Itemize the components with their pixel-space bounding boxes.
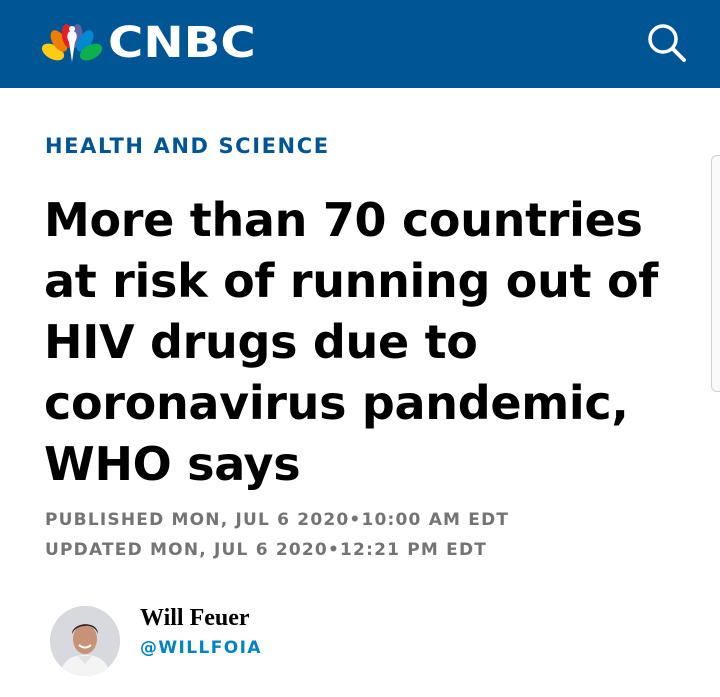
author-twitter-handle[interactable]: @WILLFOIA [140, 638, 262, 658]
article-section-label[interactable]: HEALTH AND SCIENCE [45, 134, 330, 158]
updated-timestamp: UPDATED MON, JUL 6 2020•12:21 PM EDT [45, 540, 488, 560]
top-navigation-bar: CNBC [0, 0, 720, 88]
cnbc-logo[interactable]: CNBC [40, 20, 256, 66]
nbc-peacock-icon [41, 24, 103, 62]
logo-wordmark: CNBC [108, 17, 256, 68]
author-name[interactable]: Will Feuer [140, 605, 250, 632]
published-timestamp: PUBLISHED MON, JUL 6 2020•10:00 AM EDT [45, 510, 510, 530]
article-headline: More than 70 countries at risk of runnin… [44, 193, 658, 491]
search-button[interactable] [644, 20, 690, 66]
author-photo-icon [50, 606, 120, 676]
author-avatar[interactable] [50, 606, 120, 676]
search-icon [648, 24, 686, 62]
side-panel-edge[interactable] [711, 155, 720, 392]
